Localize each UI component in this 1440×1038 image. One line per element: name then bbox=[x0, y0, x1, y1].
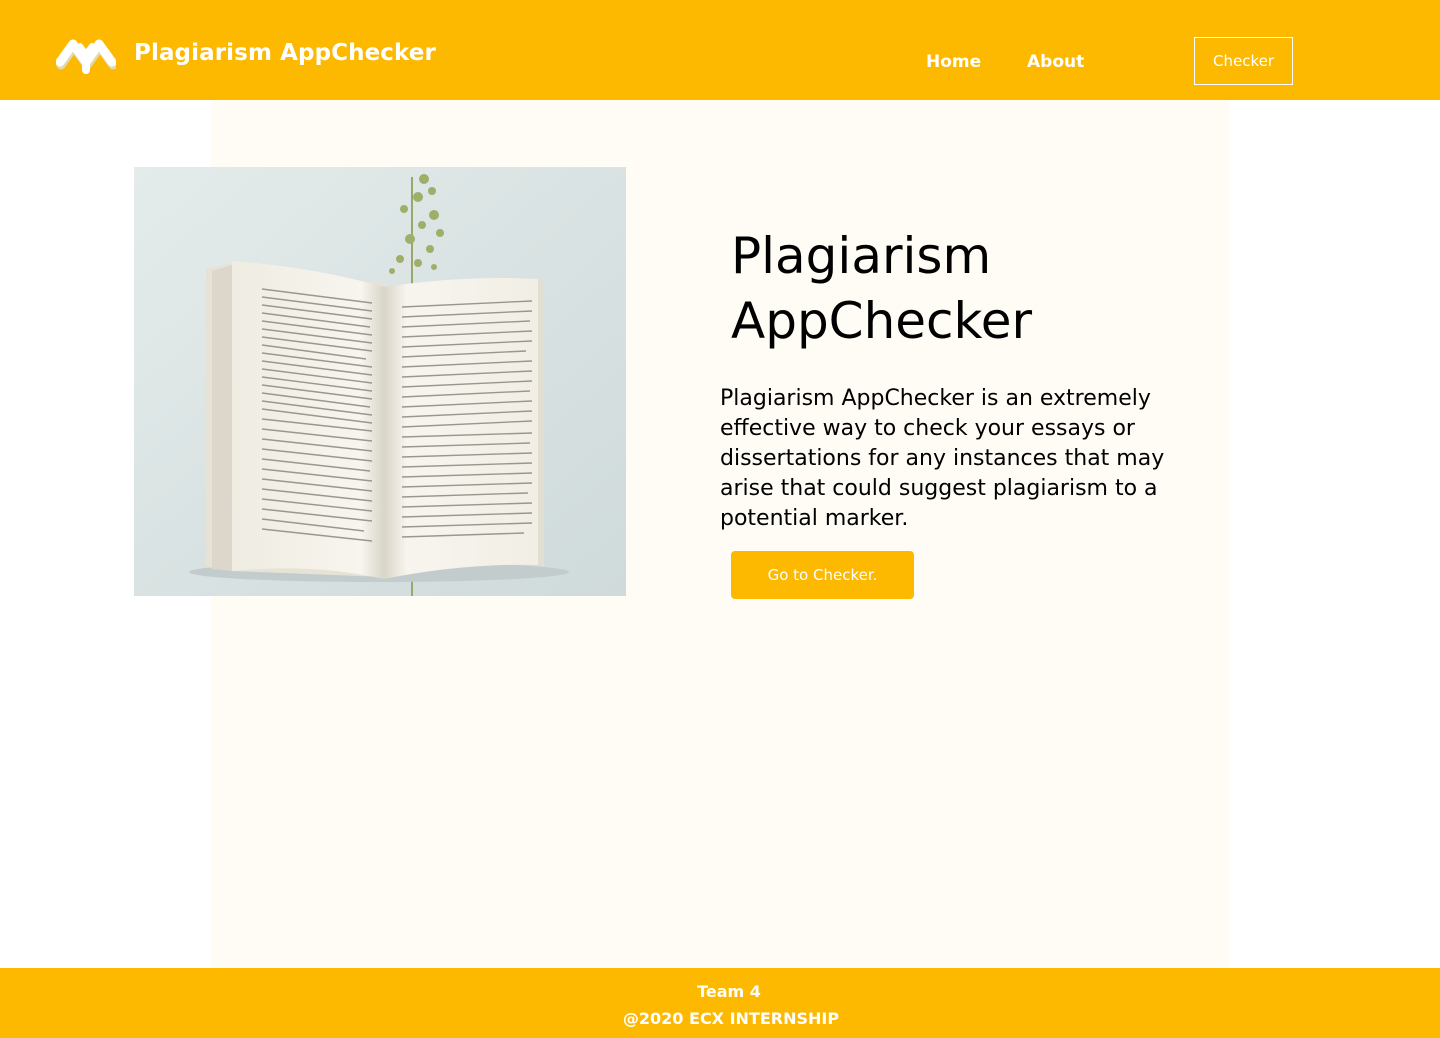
mountain-logo-icon[interactable] bbox=[56, 36, 116, 76]
brand-name[interactable]: Plagiarism AppChecker bbox=[134, 40, 436, 66]
nav-about-link[interactable]: About bbox=[1027, 52, 1084, 72]
footer-copyright: @2020 ECX INTERNSHIP bbox=[622, 1009, 840, 1028]
nav-home-link[interactable]: Home bbox=[926, 52, 981, 72]
site-footer: Team 4 @2020 ECX INTERNSHIP bbox=[0, 968, 1440, 1038]
hero-description: Plagiarism AppChecker is an extremely ef… bbox=[720, 386, 1165, 531]
go-to-checker-button[interactable]: Go to Checker. bbox=[731, 551, 914, 599]
hero-title: Plagiarism AppChecker bbox=[731, 227, 1033, 350]
open-book-photo bbox=[134, 167, 626, 596]
site-header: Plagiarism AppChecker Home About Checker bbox=[0, 0, 1440, 100]
checker-nav-button[interactable]: Checker bbox=[1194, 37, 1293, 85]
footer-team: Team 4 bbox=[697, 982, 761, 1001]
open-book-illustration bbox=[134, 167, 626, 596]
